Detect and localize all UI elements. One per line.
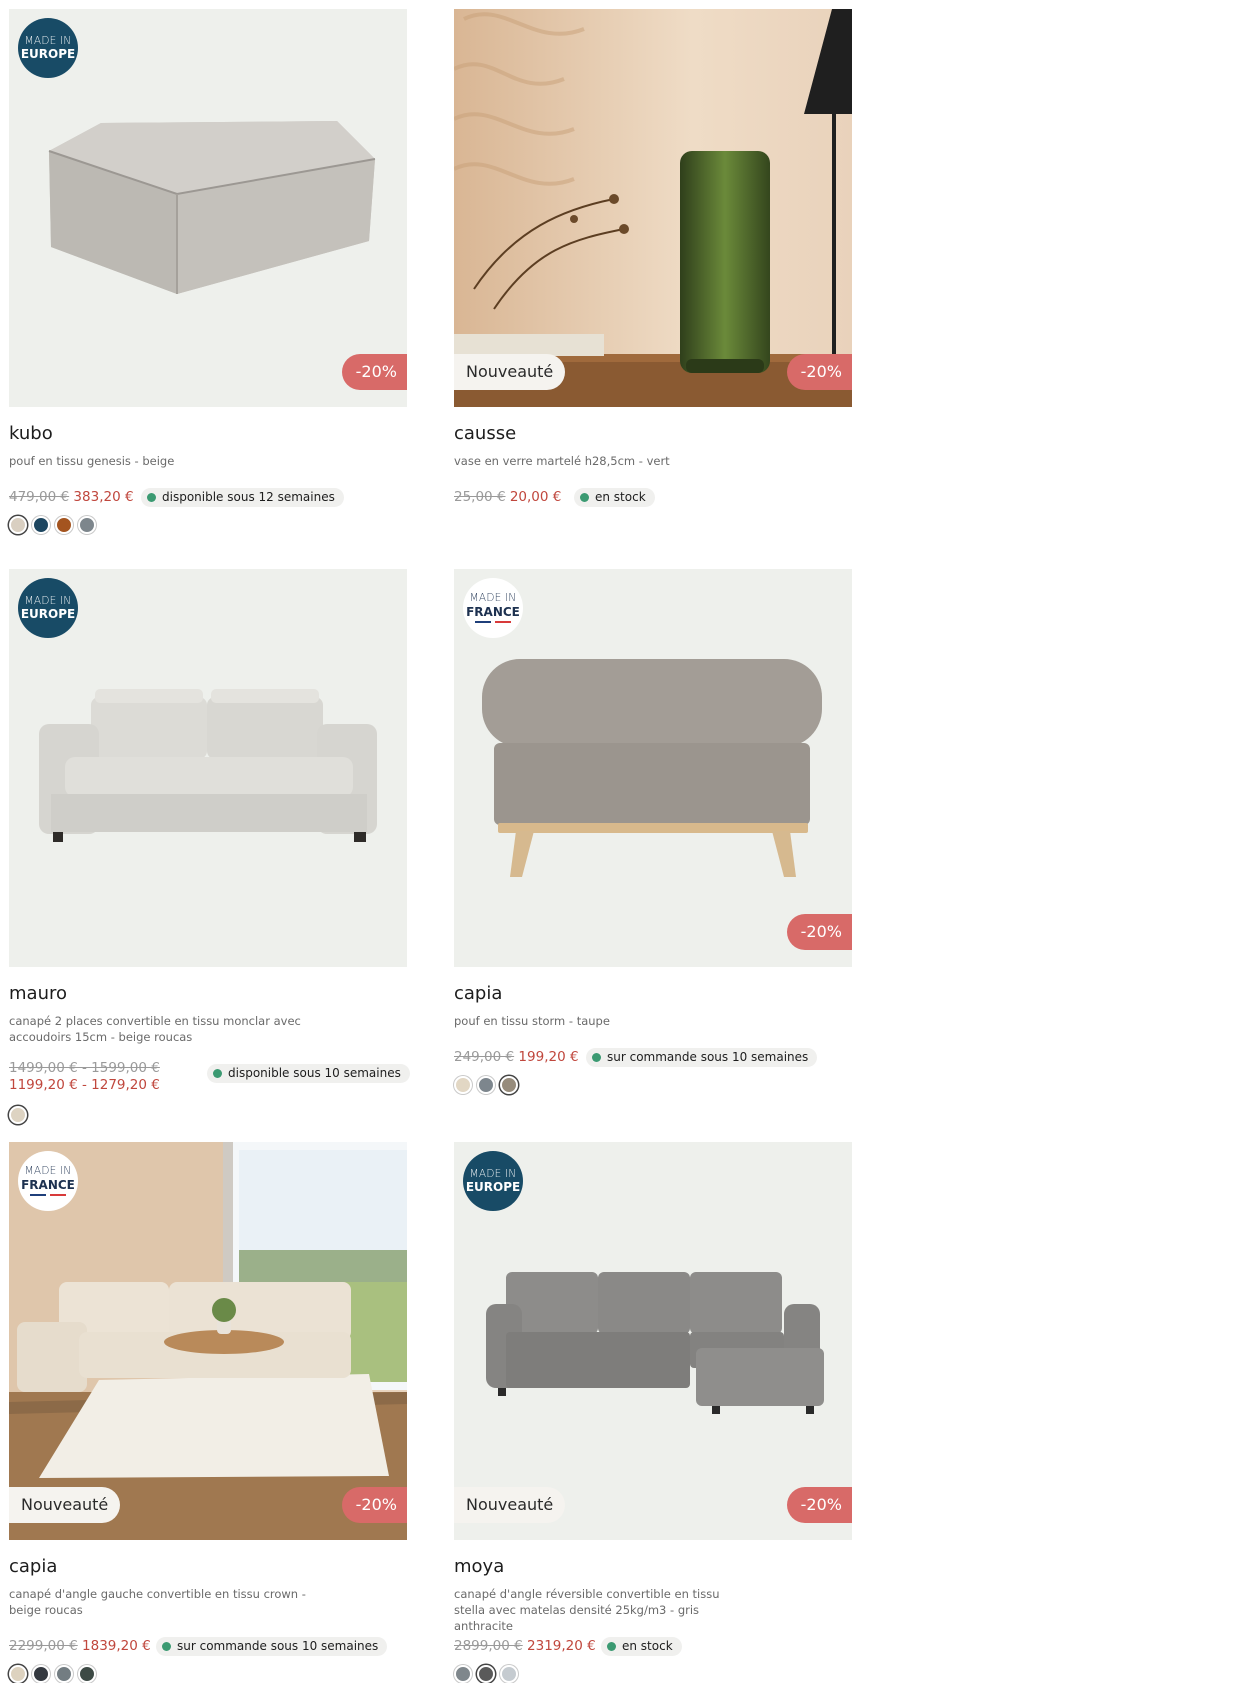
stock-status: en stock	[601, 1637, 682, 1656]
availability-dot-icon	[147, 493, 156, 502]
availability-dot-icon	[213, 1069, 222, 1078]
color-swatch[interactable]	[32, 1665, 50, 1683]
color-swatches	[9, 516, 96, 534]
stock-status: sur commande sous 10 semaines	[156, 1637, 388, 1656]
product-card[interactable]: MADE IN EUROPE -20% kubo pouf en tissu g…	[9, 9, 407, 534]
color-swatch[interactable]	[55, 1665, 73, 1683]
product-description: canapé 2 places convertible en tissu mon…	[9, 1014, 301, 1044]
availability-dot-icon	[607, 1642, 616, 1651]
color-swatch[interactable]	[55, 516, 73, 534]
product-name[interactable]: mauro	[9, 983, 67, 1004]
availability-dot-icon	[592, 1053, 601, 1062]
stock-status: sur commande sous 10 semaines	[586, 1048, 818, 1067]
product-image[interactable]: MADE IN FRANCE Nouveauté -20%	[9, 1142, 407, 1540]
price: 1499,00 € - 1599,00 € 1199,20 € - 1279,2…	[9, 1060, 199, 1094]
product-name[interactable]: capia	[454, 983, 502, 1004]
product-description: pouf en tissu genesis - beige	[9, 454, 175, 468]
color-swatches	[9, 1106, 27, 1124]
old-price: 479,00 €	[9, 489, 70, 505]
made-in-europe-badge: MADE IN EUROPE	[18, 18, 78, 78]
old-price: 1499,00 € - 1599,00 €	[9, 1060, 160, 1076]
product-image[interactable]: MADE IN EUROPE -20%	[9, 9, 407, 407]
new-price: 20,00 €	[509, 489, 562, 505]
price: 479,00 € 383,20 €	[9, 489, 134, 505]
made-in-europe-badge: MADE IN EUROPE	[463, 1151, 523, 1211]
price: 2299,00 € 1839,20 €	[9, 1638, 151, 1654]
color-swatch[interactable]	[477, 1665, 495, 1683]
product-name[interactable]: moya	[454, 1556, 504, 1577]
product-image[interactable]: MADE IN EUROPE Nouveauté -20%	[454, 1142, 852, 1540]
vase-photo-illustration	[454, 9, 852, 407]
product-name[interactable]: capia	[9, 1556, 57, 1577]
color-swatch[interactable]	[454, 1665, 472, 1683]
stock-status: en stock	[574, 488, 655, 507]
color-swatches	[454, 1076, 518, 1094]
new-price: 1199,20 € - 1279,20 €	[9, 1077, 160, 1093]
made-in-france-badge: MADE IN FRANCE	[18, 1151, 78, 1211]
product-image[interactable]: Nouveauté -20%	[454, 9, 852, 407]
stock-label: en stock	[595, 490, 646, 504]
discount-badge: -20%	[341, 354, 407, 390]
color-swatch[interactable]	[78, 516, 96, 534]
new-price: 199,20 €	[518, 1049, 579, 1065]
product-image[interactable]: MADE IN FRANCE -20%	[454, 569, 852, 967]
color-swatch[interactable]	[477, 1076, 495, 1094]
product-name[interactable]: causse	[454, 423, 516, 444]
product-card[interactable]: MADE IN EUROPE Nouveauté -20% moya canap…	[454, 1142, 852, 1683]
color-swatches	[454, 1665, 518, 1683]
price: 2899,00 € 2319,20 €	[454, 1638, 596, 1654]
new-product-tag: Nouveauté	[454, 354, 566, 390]
new-price: 383,20 €	[73, 489, 134, 505]
discount-badge: -20%	[341, 1487, 407, 1523]
color-swatch[interactable]	[9, 516, 27, 534]
availability-dot-icon	[580, 493, 589, 502]
product-name[interactable]: kubo	[9, 423, 53, 444]
color-swatch[interactable]	[454, 1076, 472, 1094]
new-price: 1839,20 €	[82, 1638, 151, 1654]
discount-badge: -20%	[786, 354, 852, 390]
price: 25,00 € 20,00 €	[454, 489, 561, 505]
color-swatches	[9, 1665, 96, 1683]
product-image[interactable]: MADE IN EUROPE	[9, 569, 407, 967]
stock-label: disponible sous 10 semaines	[228, 1066, 401, 1080]
stock-status: disponible sous 10 semaines	[207, 1064, 410, 1083]
availability-dot-icon	[162, 1642, 171, 1651]
made-in-france-badge: MADE IN FRANCE	[463, 578, 523, 638]
product-card[interactable]: MADE IN EUROPE mauro canapé 2 places con…	[9, 569, 410, 1124]
stock-status: disponible sous 12 semaines	[141, 488, 344, 507]
old-price: 2899,00 €	[454, 1638, 523, 1654]
old-price: 2299,00 €	[9, 1638, 78, 1654]
old-price: 25,00 €	[454, 489, 506, 505]
product-description: canapé d'angle gauche convertible en tis…	[9, 1587, 306, 1617]
product-description: canapé d'angle réversible convertible en…	[454, 1587, 720, 1633]
color-swatch[interactable]	[500, 1076, 518, 1094]
new-price: 2319,20 €	[527, 1638, 596, 1654]
product-card[interactable]: MADE IN FRANCE Nouveauté -20% capia cana…	[9, 1142, 407, 1683]
color-swatch[interactable]	[500, 1665, 518, 1683]
product-description: pouf en tissu storm - taupe	[454, 1014, 610, 1028]
stock-label: sur commande sous 10 semaines	[607, 1050, 809, 1064]
stock-label: disponible sous 12 semaines	[162, 490, 335, 504]
color-swatch[interactable]	[9, 1106, 27, 1124]
discount-badge: -20%	[786, 914, 852, 950]
price: 249,00 € 199,20 €	[454, 1049, 579, 1065]
new-product-tag: Nouveauté	[454, 1487, 566, 1523]
color-swatch[interactable]	[32, 516, 50, 534]
made-in-europe-badge: MADE IN EUROPE	[18, 578, 78, 638]
new-product-tag: Nouveauté	[9, 1487, 121, 1523]
stock-label: en stock	[622, 1639, 673, 1653]
stock-label: sur commande sous 10 semaines	[177, 1639, 379, 1653]
color-swatch[interactable]	[78, 1665, 96, 1683]
product-card[interactable]: Nouveauté -20% causse vase en verre mart…	[454, 9, 852, 507]
old-price: 249,00 €	[454, 1049, 515, 1065]
product-card[interactable]: MADE IN FRANCE -20% capia pouf en tissu …	[454, 569, 852, 1094]
color-swatch[interactable]	[9, 1665, 27, 1683]
discount-badge: -20%	[786, 1487, 852, 1523]
product-description: vase en verre martelé h28,5cm - vert	[454, 454, 670, 468]
